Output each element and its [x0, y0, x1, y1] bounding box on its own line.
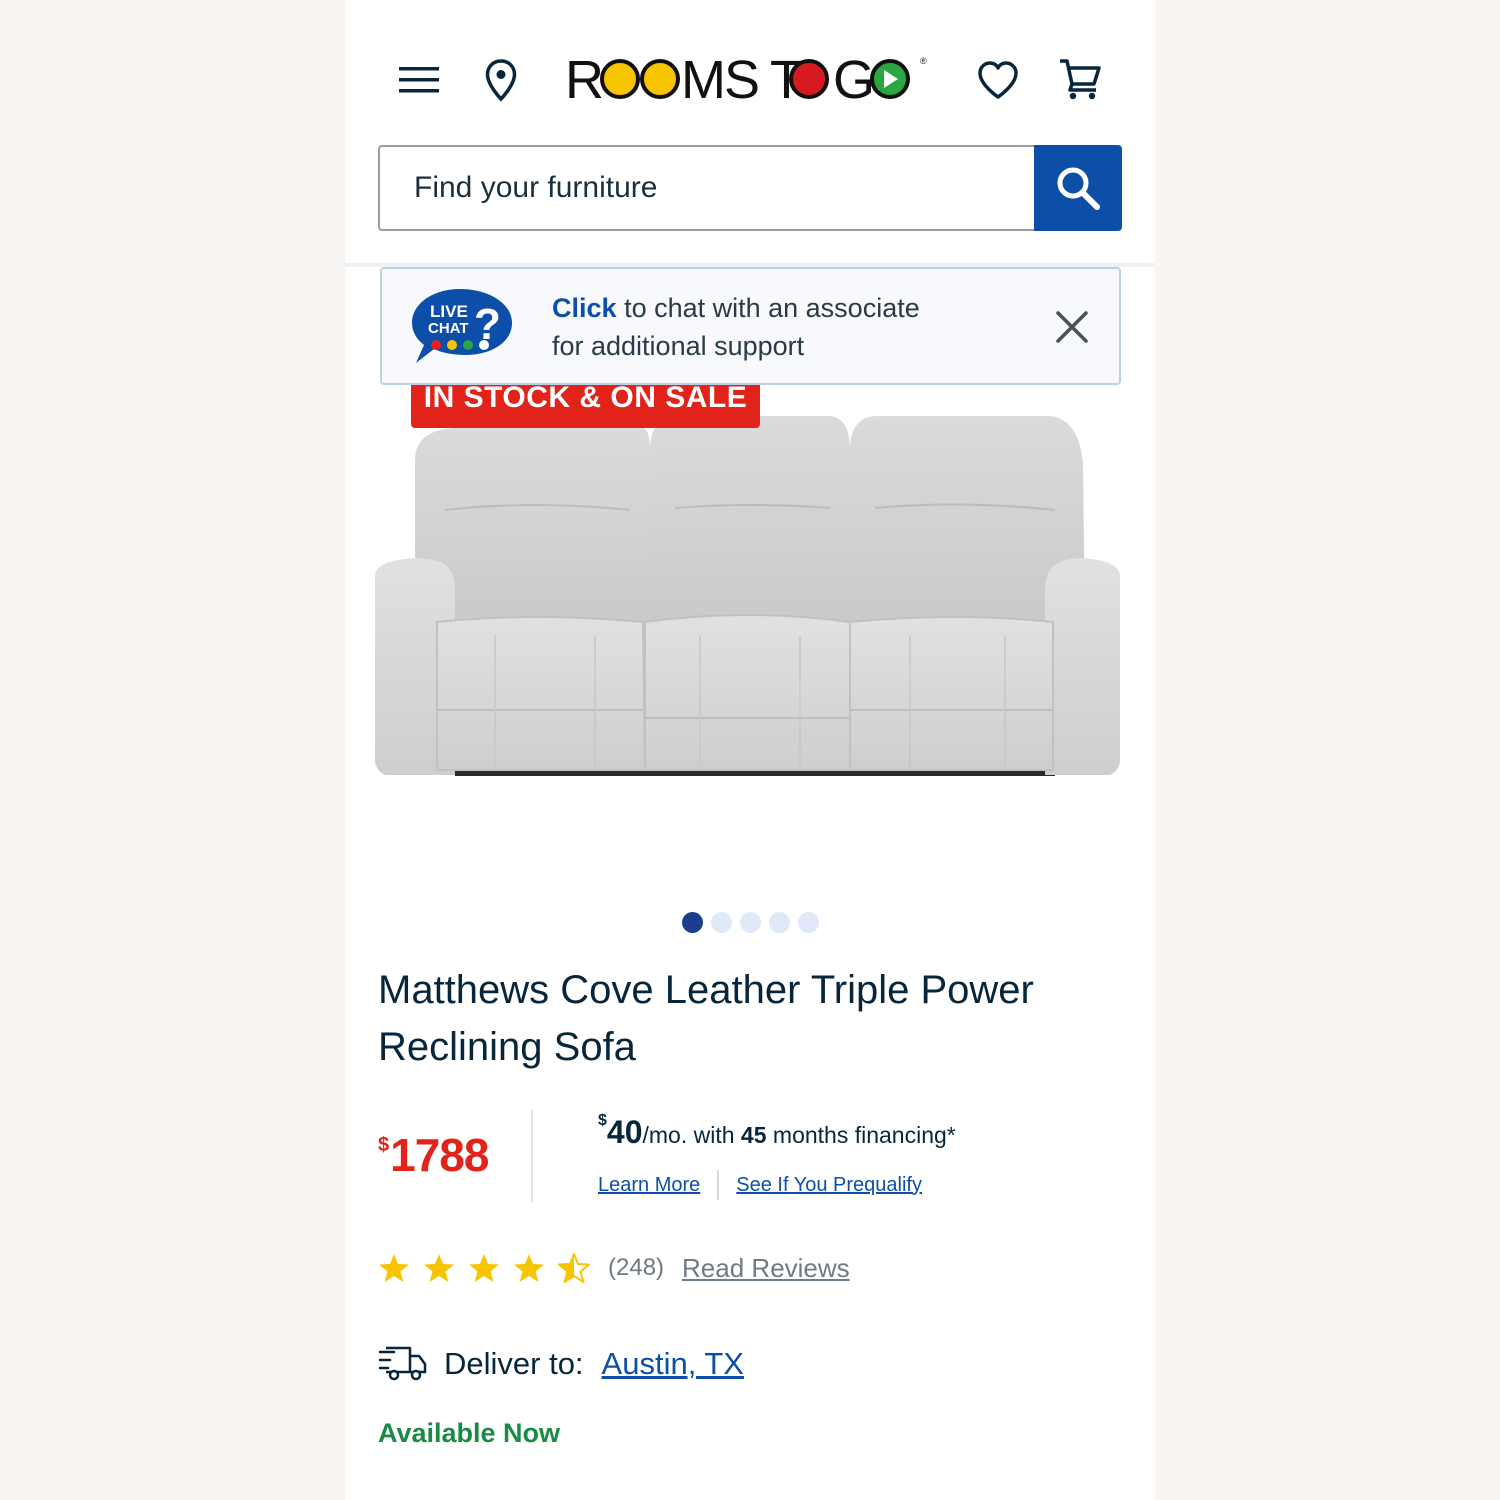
- star-icon: [379, 1254, 409, 1282]
- carousel-dot[interactable]: [711, 912, 732, 933]
- review-count: (248): [608, 1254, 665, 1281]
- delivery-location-link[interactable]: Austin, TX: [602, 1346, 744, 1382]
- svg-text:R: R: [565, 50, 602, 106]
- close-chat-button[interactable]: [1052, 307, 1092, 347]
- image-carousel-dots: [682, 912, 819, 933]
- availability-status: Available Now: [378, 1418, 561, 1448]
- live-chat-logo-text-2: CHAT: [428, 320, 469, 337]
- link-separator: [717, 1170, 720, 1200]
- close-icon: [1056, 311, 1088, 343]
- store-location-button[interactable]: [481, 56, 521, 104]
- svg-text:MS T: MS T: [681, 50, 802, 106]
- chat-text-rest: to chat with an associate: [624, 293, 920, 323]
- financing-suffix: months financing*: [772, 1122, 956, 1148]
- search-bar: [378, 145, 1122, 231]
- product-price: $1788: [378, 1128, 489, 1182]
- product-title: Matthews Cove Leather Triple Power Recli…: [378, 968, 1034, 1069]
- star-rating[interactable]: [378, 1252, 590, 1284]
- svg-text:G: G: [833, 50, 873, 106]
- search-button[interactable]: [1034, 145, 1122, 231]
- menu-icon: [399, 67, 439, 93]
- rooms-to-go-logo: R MS T G ®: [565, 50, 929, 106]
- chat-click-label[interactable]: Click: [552, 293, 617, 323]
- cart-icon: [1060, 59, 1101, 100]
- delivery-info: Deliver to: Austin, TX: [378, 1344, 744, 1384]
- heart-icon: [978, 61, 1018, 99]
- financing-amount: 40: [606, 1114, 643, 1150]
- cart-button[interactable]: [1055, 54, 1105, 104]
- carousel-dot[interactable]: [798, 912, 819, 933]
- star-icon: [469, 1254, 499, 1282]
- carousel-dot[interactable]: [740, 912, 761, 933]
- chat-text-line2: for additional support: [552, 331, 805, 361]
- product-page: R MS T G ® Find your furniture IN STOCK …: [345, 0, 1155, 1500]
- financing-offer: $40/mo. with 45 months financing*: [598, 1112, 956, 1151]
- sofa-image: [375, 416, 1120, 776]
- deliver-to-label: Deliver to:: [444, 1346, 584, 1381]
- star-icon: [424, 1254, 454, 1282]
- svg-text:®: ®: [920, 56, 927, 66]
- live-chat-icon: LIVE CHAT ?: [412, 289, 512, 363]
- prequalify-link[interactable]: See If You Prequalify: [736, 1174, 922, 1197]
- wishlist-button[interactable]: [973, 56, 1023, 104]
- location-pin-icon: [485, 59, 517, 102]
- financing-currency: $: [598, 1112, 607, 1129]
- half-star-icon: [558, 1253, 590, 1283]
- live-chat-banner[interactable]: LIVE CHAT ? Click to chat with an associ…: [380, 267, 1121, 385]
- financing-per: /mo. with: [642, 1122, 735, 1148]
- financing-months: 45: [740, 1122, 767, 1148]
- header: R MS T G ®: [345, 0, 1155, 231]
- carousel-dot[interactable]: [682, 912, 703, 933]
- product-image[interactable]: [375, 390, 1125, 800]
- live-chat-text: Click to chat with an associate for addi…: [552, 289, 920, 365]
- product-rating: (248) Read Reviews: [378, 1252, 850, 1284]
- delivery-truck-icon: [378, 1346, 427, 1381]
- price-currency: $: [378, 1134, 389, 1156]
- price-divider: [531, 1110, 533, 1202]
- learn-more-link[interactable]: Learn More: [598, 1174, 700, 1197]
- carousel-dot[interactable]: [769, 912, 790, 933]
- brand-logo[interactable]: R MS T G ®: [565, 50, 935, 106]
- search-icon: [1057, 167, 1100, 210]
- search-input[interactable]: [378, 145, 1035, 231]
- read-reviews-link[interactable]: Read Reviews: [682, 1253, 850, 1284]
- financing-links: Learn More See If You Prequalify: [598, 1170, 922, 1200]
- star-icon: [514, 1254, 544, 1282]
- live-chat-logo-text: LIVE: [430, 302, 468, 321]
- menu-button[interactable]: [397, 58, 441, 102]
- price-value: 1788: [390, 1129, 489, 1181]
